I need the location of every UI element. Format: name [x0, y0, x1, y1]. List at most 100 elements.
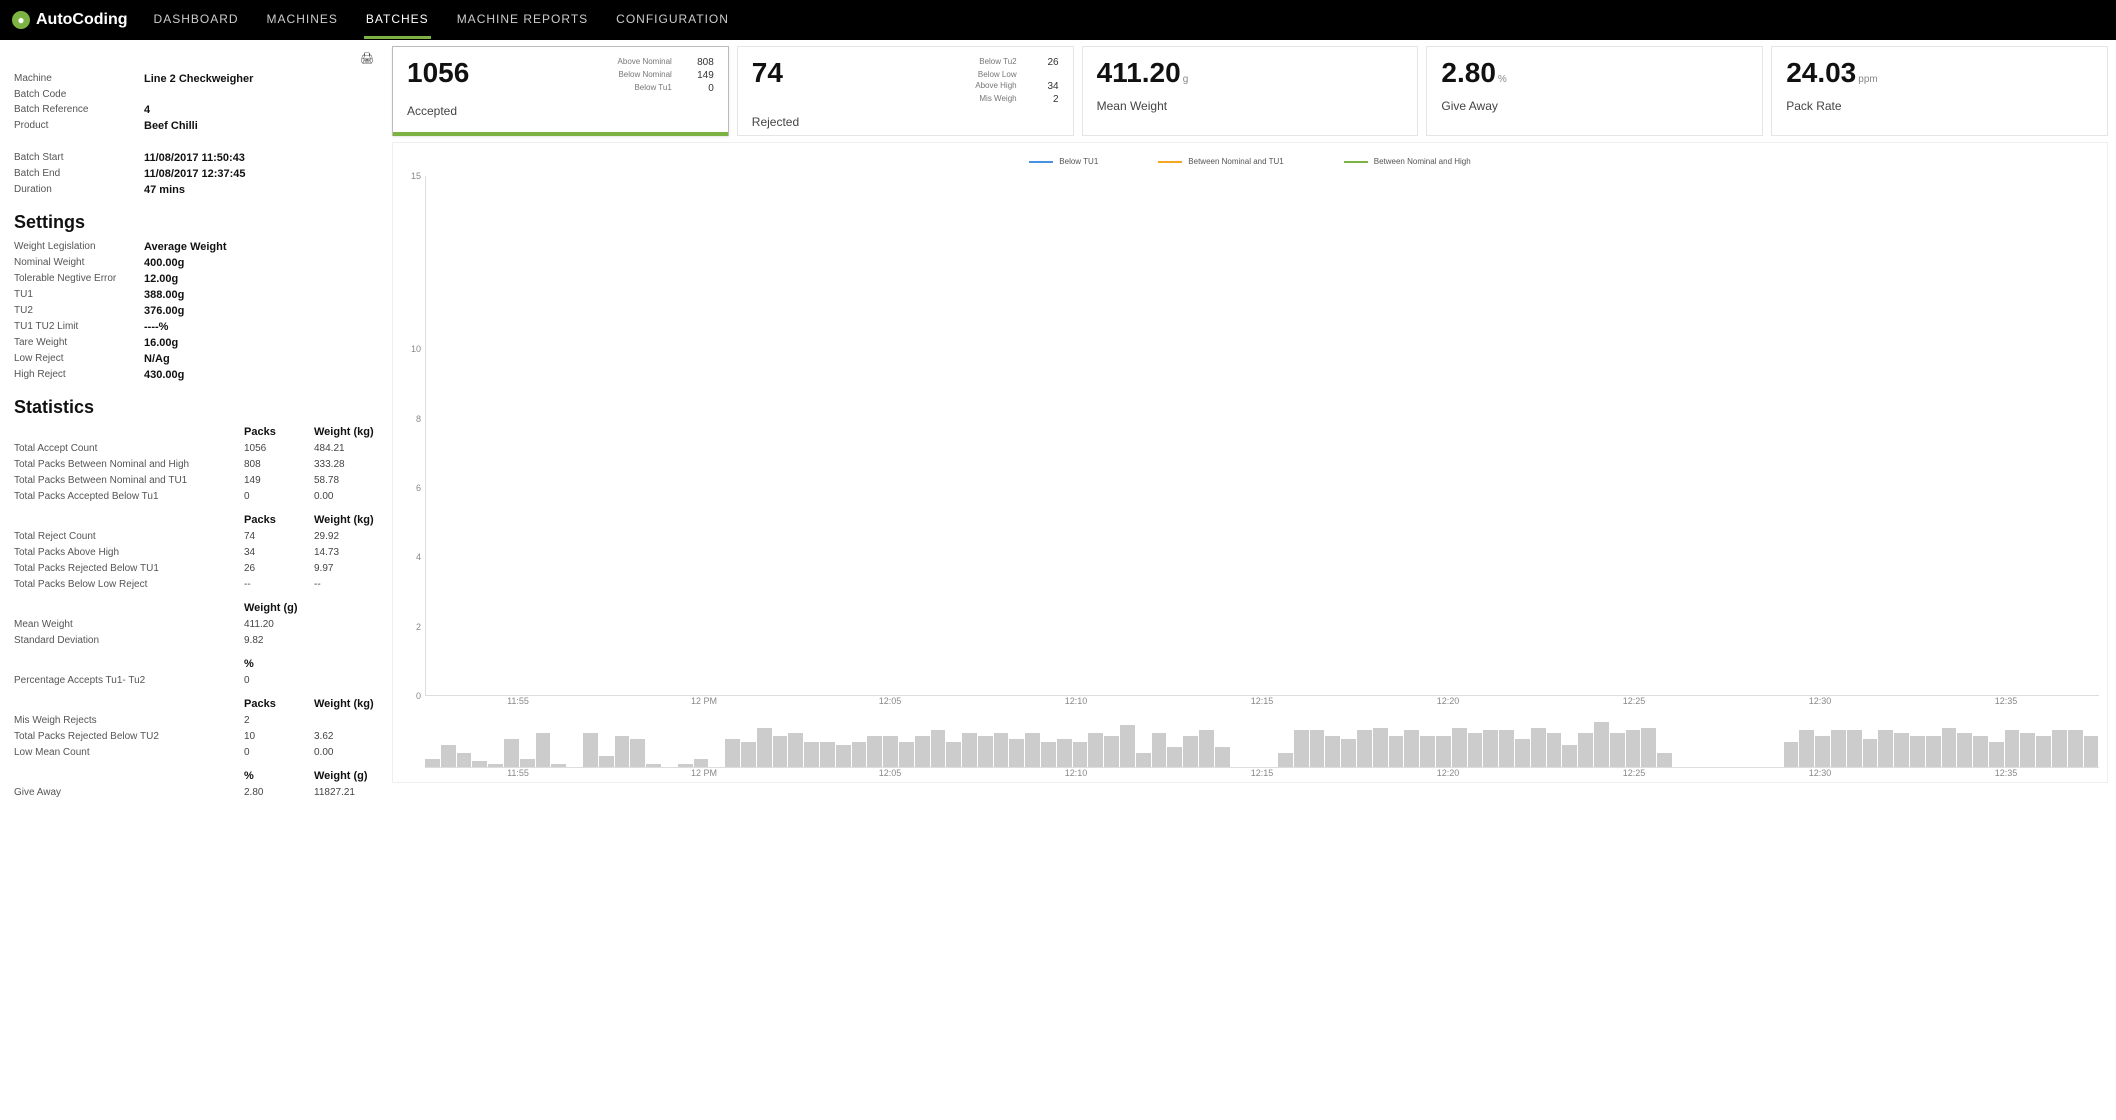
kpi-rejected[interactable]: 74 Below Tu226Below LowAbove High34Mis W… — [737, 46, 1074, 136]
stats-row-packs: 2 — [244, 715, 314, 726]
kpi-mean-unit: g — [1183, 74, 1189, 85]
nav-reports[interactable]: MACHINE REPORTS — [455, 2, 590, 39]
kpi-sub-label: Below Nominal — [618, 70, 671, 81]
chart-x-axis: 11:5512 PM12:0512:1012:1512:2012:2512:30… — [425, 696, 2099, 706]
brand-bullet-icon: ● — [12, 11, 30, 29]
stats-row-weight: 411.20 — [244, 619, 384, 630]
stats-row-weight — [314, 715, 384, 726]
nav-machines[interactable]: MACHINES — [265, 2, 340, 39]
statistics-heading: Statistics — [14, 397, 374, 418]
stats-row-label: Total Packs Below Low Reject — [14, 579, 244, 590]
legend-swatch-blue — [1029, 161, 1053, 163]
stats-row-packs: 10 — [244, 731, 314, 742]
lbl-batch-ref: Batch Reference — [14, 104, 144, 116]
stats-row-weight: 484.21 — [314, 443, 384, 454]
settings-label: TU1 — [14, 289, 144, 301]
stats-col-header: Weight (kg) — [314, 698, 384, 710]
kpi-sub-value: 808 — [690, 57, 714, 68]
kpi-sub-value: 34 — [1035, 81, 1059, 92]
nav-batches[interactable]: BATCHES — [364, 2, 431, 39]
stats-row-weight: 14.73 — [314, 547, 384, 558]
stats-col-header: % — [244, 658, 384, 670]
kpi-sub-label: Mis Weigh — [979, 94, 1016, 105]
kpi-giveaway-unit: % — [1498, 74, 1507, 85]
stats-row-label: Total Reject Count — [14, 531, 244, 542]
legend-below-tu1: Below TU1 — [1059, 157, 1098, 166]
stats-row-weight: 0.00 — [314, 491, 384, 502]
stats-row-weight: 9.97 — [314, 563, 384, 574]
nav-dashboard[interactable]: DASHBOARD — [152, 2, 241, 39]
settings-value: 430.00g — [144, 369, 184, 381]
kpi-mean-label: Mean Weight — [1097, 99, 1404, 113]
settings-label: TU1 TU2 Limit — [14, 321, 144, 333]
stats-row-label: Mis Weigh Rejects — [14, 715, 244, 726]
stats-row-label: Standard Deviation — [14, 635, 244, 646]
val-batch-ref: 4 — [144, 104, 150, 116]
kpi-sub-value: 2 — [1035, 94, 1059, 105]
brand-name: AutoCoding — [36, 11, 128, 29]
settings-label: High Reject — [14, 369, 144, 381]
kpi-packrate[interactable]: 24.03ppm Pack Rate — [1771, 46, 2108, 136]
lbl-end: Batch End — [14, 168, 144, 180]
stats-row-weight: 11827.21 — [314, 787, 384, 798]
lbl-batch-code: Batch Code — [14, 89, 144, 100]
kpi-sub-value: 0 — [690, 83, 714, 94]
kpi-rejected-label: Rejected — [752, 115, 1059, 129]
kpi-mean-weight[interactable]: 411.20g Mean Weight — [1082, 46, 1419, 136]
settings-value: 376.00g — [144, 305, 184, 317]
stats-row-packs: 0 — [244, 491, 314, 502]
stats-row-label: Percentage Accepts Tu1- Tu2 — [14, 675, 244, 686]
kpi-packrate-label: Pack Rate — [1786, 99, 2093, 113]
lbl-start: Batch Start — [14, 152, 144, 164]
stats-row-label: Low Mean Count — [14, 747, 244, 758]
stats-row-packs: -- — [244, 579, 314, 590]
chart-legend: Below TU1 Between Nominal and TU1 Betwee… — [401, 157, 2099, 166]
print-icon[interactable]: 🖨 — [360, 53, 374, 65]
stats-col-header: Packs — [244, 698, 314, 710]
stats-row-packs: 808 — [244, 459, 314, 470]
stats-row-label: Total Packs Rejected Below TU1 — [14, 563, 244, 574]
stats-row-label: Give Away — [14, 787, 244, 798]
val-product: Beef Chilli — [144, 120, 198, 132]
stats-row-packs: 26 — [244, 563, 314, 574]
kpi-giveaway-label: Give Away — [1441, 99, 1748, 113]
chart-plot-area[interactable] — [425, 176, 2099, 696]
chart-panel: Below TU1 Between Nominal and TU1 Betwee… — [392, 142, 2108, 783]
kpi-accepted[interactable]: 1056 Above Nominal808Below Nominal149Bel… — [392, 46, 729, 136]
settings-value: Average Weight — [144, 241, 227, 253]
kpi-sub-value — [1035, 70, 1059, 79]
val-start: 11/08/2017 11:50:43 — [144, 152, 245, 164]
stats-col-header: % — [244, 770, 314, 782]
stats-col-header: Packs — [244, 514, 314, 526]
kpi-row: 1056 Above Nominal808Below Nominal149Bel… — [392, 46, 2108, 136]
legend-swatch-green — [1344, 161, 1368, 163]
stats-row-packs: 2.80 — [244, 787, 314, 798]
overview-chart[interactable]: 11:5512 PM12:0512:1012:1512:2012:2512:30… — [401, 722, 2099, 778]
overview-plot-area[interactable] — [425, 722, 2099, 768]
kpi-packrate-value: 24.03 — [1786, 57, 1856, 88]
legend-between-nominal-tu1: Between Nominal and TU1 — [1188, 157, 1283, 166]
val-machine: Line 2 Checkweigher — [144, 73, 253, 85]
kpi-sub-label: Above Nominal — [618, 57, 672, 68]
stats-row-weight: 333.28 — [314, 459, 384, 470]
brand-logo: ● AutoCoding — [12, 11, 128, 29]
kpi-giveaway[interactable]: 2.80% Give Away — [1426, 46, 1763, 136]
topbar: ● AutoCoding DASHBOARD MACHINES BATCHES … — [0, 0, 2116, 40]
kpi-sub-label: Below Tu1 — [634, 83, 671, 94]
stats-row-weight: 29.92 — [314, 531, 384, 542]
lbl-machine: Machine — [14, 73, 144, 85]
settings-value: 12.00g — [144, 273, 178, 285]
stats-row-packs: 34 — [244, 547, 314, 558]
stats-row-packs: 149 — [244, 475, 314, 486]
stats-col-header: Weight (kg) — [314, 426, 384, 438]
lbl-product: Product — [14, 120, 144, 132]
stats-col-header: Weight (kg) — [314, 514, 384, 526]
kpi-sub-value: 149 — [690, 70, 714, 81]
main-chart[interactable]: 024681015 — [401, 176, 2099, 696]
legend-swatch-orange — [1158, 161, 1182, 163]
nav-config[interactable]: CONFIGURATION — [614, 2, 731, 39]
val-duration: 47 mins — [144, 184, 185, 196]
kpi-sub-value: 26 — [1035, 57, 1059, 68]
kpi-mean-value: 411.20 — [1097, 57, 1181, 88]
settings-heading: Settings — [14, 212, 374, 233]
